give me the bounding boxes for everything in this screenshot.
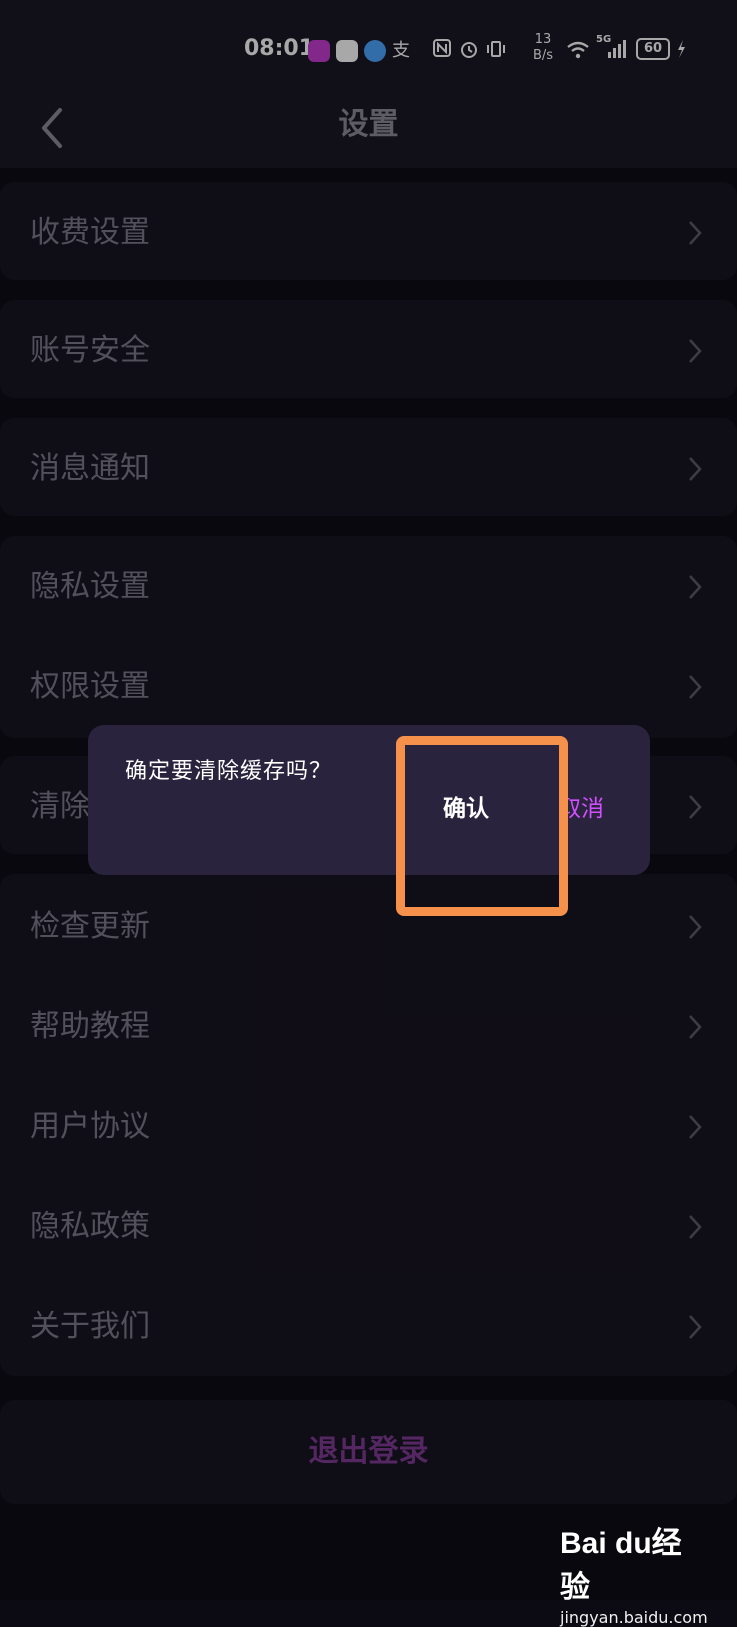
baidu-watermark: Bai du经验 jingyan.baidu.com [560,1518,710,1627]
highlight-box [396,736,568,916]
dialog-message: 确定要清除缓存吗？ [125,759,333,784]
watermark-brand: Bai du经验 [560,1527,682,1604]
watermark-url: jingyan.baidu.com [560,1608,708,1627]
